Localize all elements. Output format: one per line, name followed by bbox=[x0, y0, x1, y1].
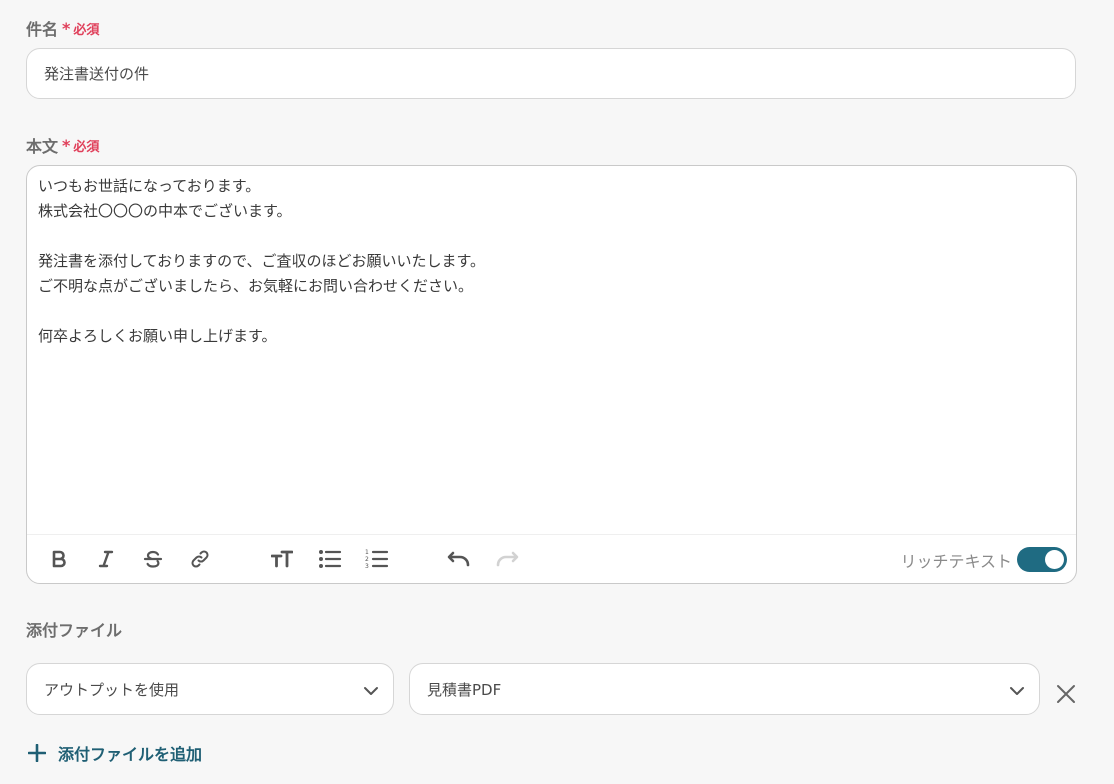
chevron-down-icon bbox=[364, 687, 378, 695]
add-attachment-label: 添付ファイルを追加 bbox=[58, 745, 203, 764]
required-text: 必須 bbox=[73, 22, 100, 38]
chevron-down-icon bbox=[1010, 687, 1024, 695]
bold-icon[interactable] bbox=[46, 547, 72, 571]
subject-input[interactable]: 発注書送付の件 bbox=[26, 48, 1076, 99]
close-icon[interactable] bbox=[1055, 683, 1077, 705]
rich-text-label: リッチテキスト bbox=[900, 552, 1012, 571]
rich-text-toggle[interactable] bbox=[1017, 547, 1067, 572]
strikethrough-icon[interactable] bbox=[140, 547, 166, 571]
plus-icon bbox=[28, 744, 46, 762]
subject-input-value: 発注書送付の件 bbox=[44, 65, 150, 83]
attachments-label-text: 添付ファイル bbox=[26, 621, 123, 640]
subject-label-text: 件名 bbox=[26, 20, 59, 39]
attachment-file-select[interactable]: 見積書PDF bbox=[409, 663, 1040, 715]
text-size-icon[interactable] bbox=[269, 547, 295, 571]
svg-text:3: 3 bbox=[365, 563, 369, 570]
attachment-source-select[interactable]: アウトプットを使用 bbox=[26, 663, 394, 715]
toggle-knob bbox=[1045, 550, 1064, 569]
svg-text:1: 1 bbox=[365, 549, 369, 556]
body-label: 本文 * 必須 bbox=[26, 133, 99, 157]
numbered-list-icon[interactable]: 123 bbox=[364, 547, 390, 571]
required-mark: * bbox=[62, 135, 71, 155]
attachment-source-value: アウトプットを使用 bbox=[44, 680, 180, 699]
link-icon[interactable] bbox=[187, 547, 213, 571]
redo-icon[interactable] bbox=[494, 547, 520, 571]
editor-toolbar: 123 リッチテキスト bbox=[27, 534, 1076, 583]
subject-label: 件名 * 必須 bbox=[26, 16, 99, 40]
body-textarea[interactable]: いつもお世話になっております。 株式会社〇〇〇の中本でございます。 発注書を添付… bbox=[38, 174, 1065, 349]
bullet-list-icon[interactable] bbox=[317, 547, 343, 571]
add-attachment-button[interactable]: 添付ファイルを追加 bbox=[28, 741, 202, 765]
required-text: 必須 bbox=[73, 139, 100, 155]
body-label-text: 本文 bbox=[26, 137, 59, 156]
italic-icon[interactable] bbox=[93, 547, 119, 571]
attachment-file-value: 見積書PDF bbox=[427, 680, 502, 699]
attachments-label: 添付ファイル bbox=[26, 617, 122, 641]
body-editor[interactable]: いつもお世話になっております。 株式会社〇〇〇の中本でございます。 発注書を添付… bbox=[26, 165, 1077, 584]
svg-text:2: 2 bbox=[365, 556, 369, 563]
required-mark: * bbox=[62, 18, 71, 38]
undo-icon[interactable] bbox=[446, 547, 472, 571]
